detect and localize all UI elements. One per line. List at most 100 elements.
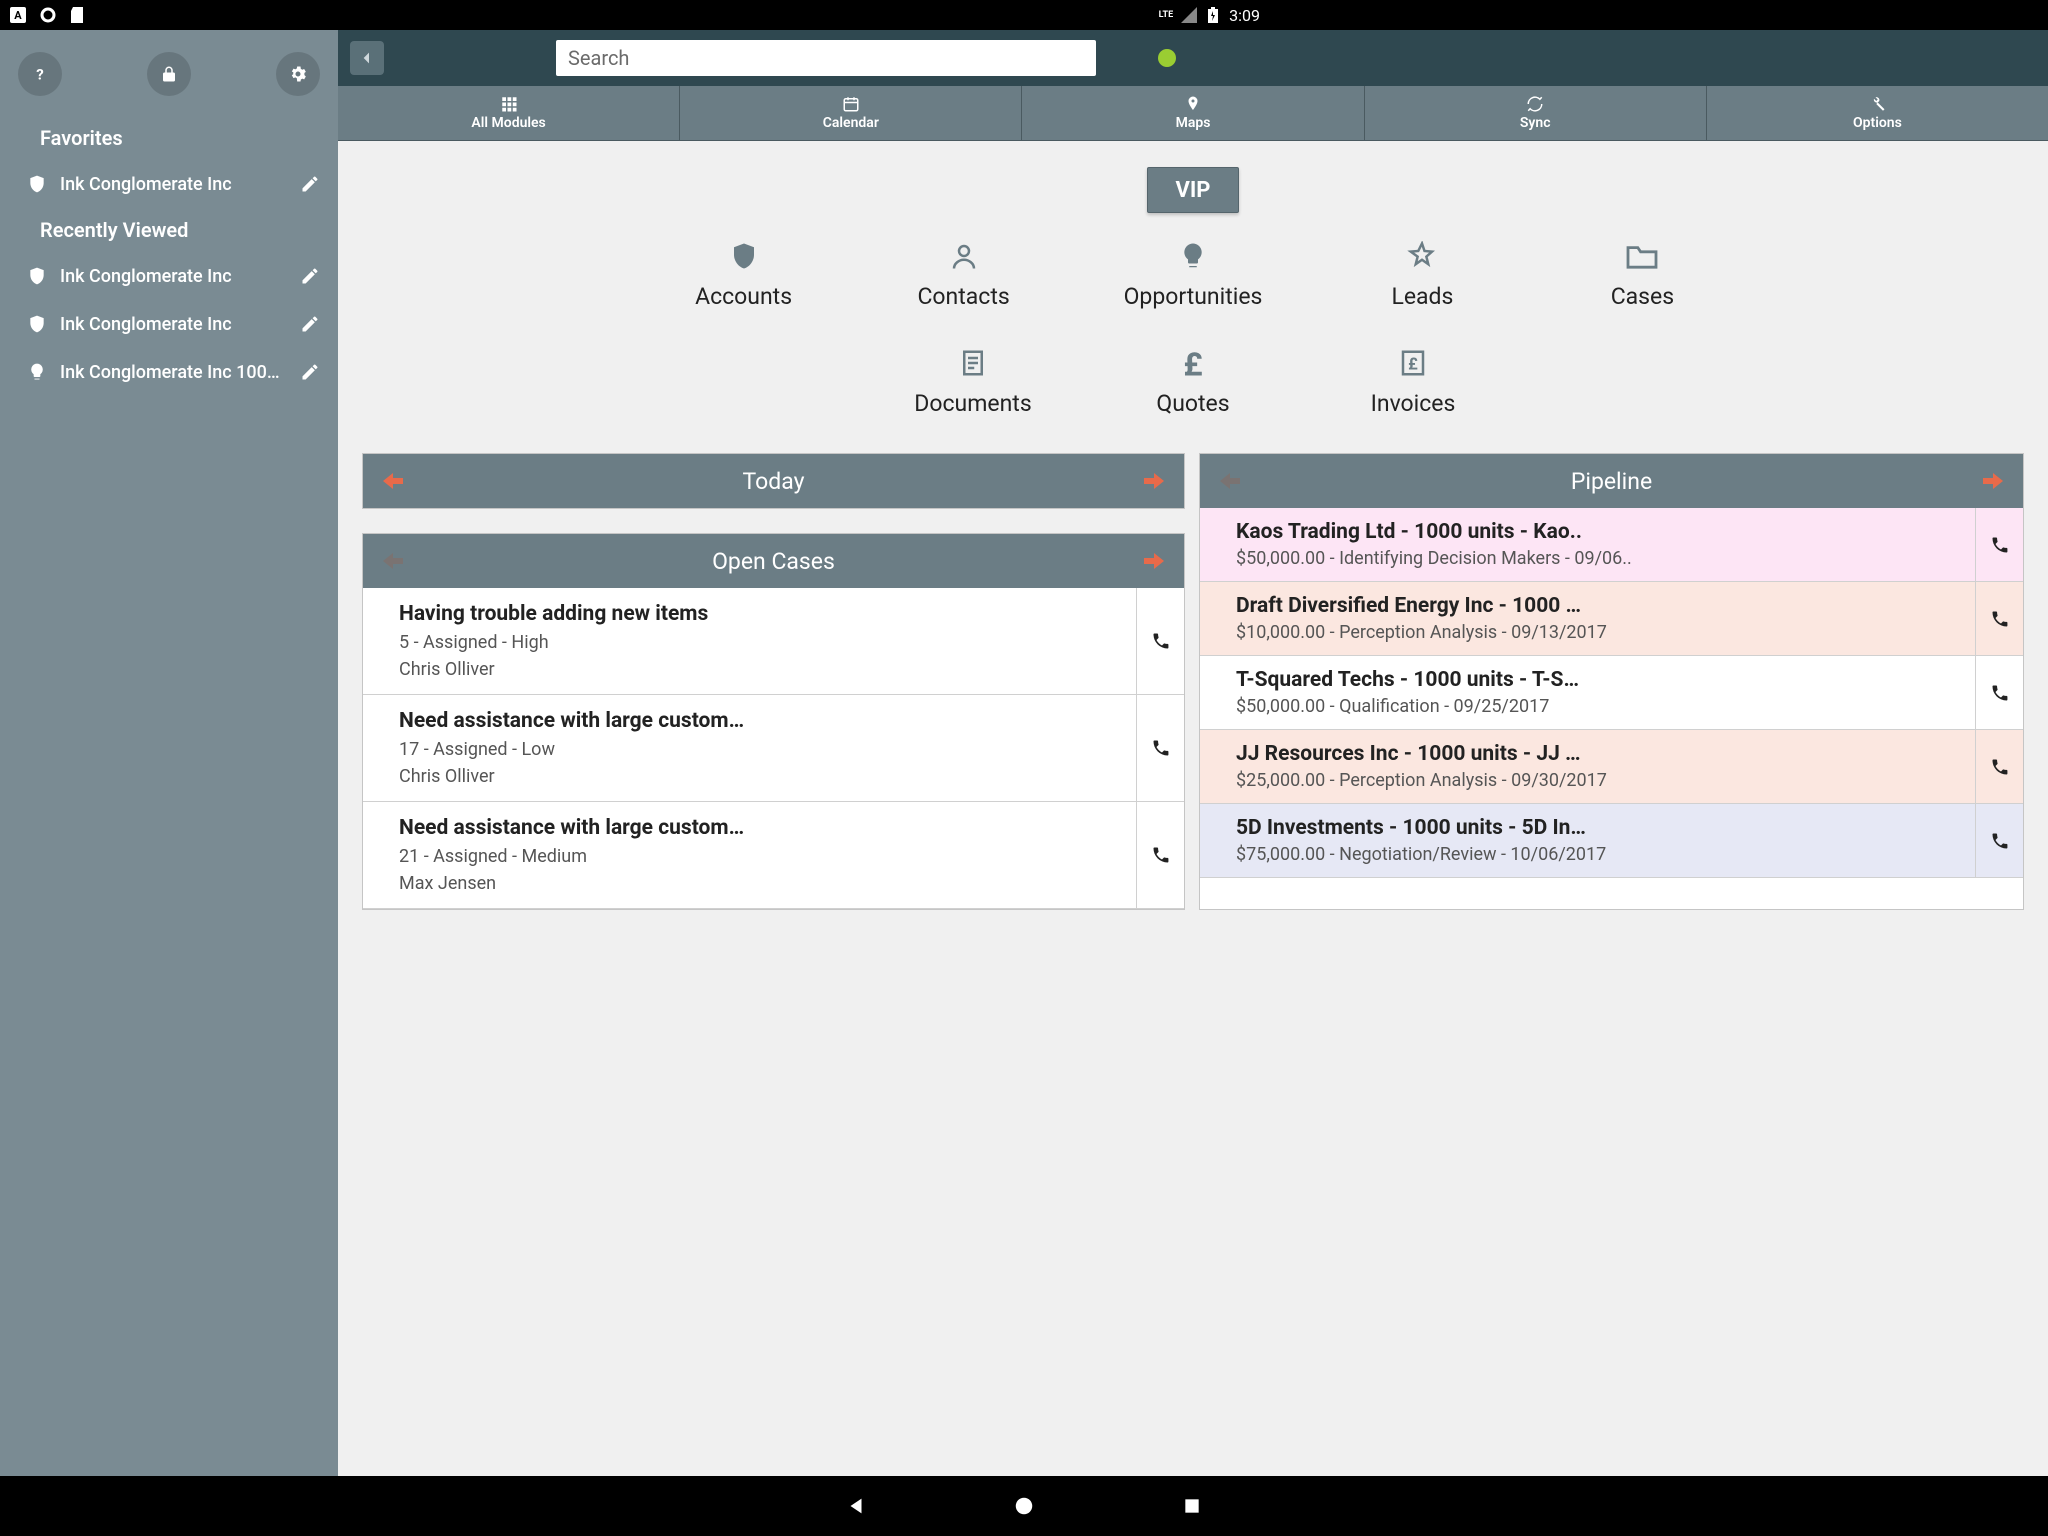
vip-badge[interactable]: VIP xyxy=(1147,167,1239,213)
nav-recent[interactable] xyxy=(1178,1492,1206,1520)
pipeline-meta: $50,000.00 - Identifying Decision Makers… xyxy=(1236,548,1959,569)
battery-icon xyxy=(1205,7,1221,23)
case-row[interactable]: Need assistance with large custom… 21 - A… xyxy=(363,802,1184,909)
pencil-icon[interactable] xyxy=(296,262,324,290)
favorites-heading: Favorites xyxy=(0,116,338,160)
nav-back[interactable] xyxy=(842,1492,870,1520)
signal-icon xyxy=(1181,7,1197,23)
module-label: Accounts xyxy=(695,283,792,310)
invoice-icon: £ xyxy=(1396,346,1430,380)
pipeline-label: Pipeline xyxy=(1571,468,1652,495)
prev-arrow[interactable] xyxy=(379,470,407,492)
call-button[interactable] xyxy=(1975,656,2023,729)
call-button[interactable] xyxy=(1136,588,1184,694)
search-input[interactable]: Search xyxy=(556,40,1096,76)
call-button[interactable] xyxy=(1975,804,2023,877)
module-opportunities[interactable]: Opportunities xyxy=(1124,239,1263,310)
tab-options[interactable]: Options xyxy=(1707,86,2048,140)
module-contacts[interactable]: Contacts xyxy=(904,239,1024,310)
module-label: Documents xyxy=(914,390,1031,417)
call-button[interactable] xyxy=(1975,730,2023,803)
sidebar-item-label: Ink Conglomerate Inc xyxy=(60,174,284,195)
bulb-icon xyxy=(26,361,48,383)
prev-arrow-disabled xyxy=(379,550,407,572)
case-owner: Chris Olliver xyxy=(399,766,1120,787)
case-row[interactable]: Need assistance with large custom…17 - A… xyxy=(363,695,1184,802)
pipeline-title: T-Squared Techs - 1000 units - T-S… xyxy=(1236,668,1959,692)
pipeline-row[interactable]: Kaos Trading Ltd - 1000 units - Kao..$50… xyxy=(1200,508,2023,582)
tab-calendar[interactable]: Calendar xyxy=(680,86,1022,140)
open-cases-header: Open Cases xyxy=(363,534,1184,588)
pipeline-meta: $25,000.00 - Perception Analysis - 09/30… xyxy=(1236,770,1959,791)
module-grid-2: Documents £ Quotes £Invoices xyxy=(362,346,2024,417)
svg-text:?: ? xyxy=(36,65,43,83)
pound-icon: £ xyxy=(1176,346,1210,380)
module-cases[interactable]: Cases xyxy=(1582,239,1702,310)
tab-label: All Modules xyxy=(471,115,545,131)
settings-button[interactable] xyxy=(276,52,320,96)
person-icon xyxy=(947,239,981,273)
module-invoices[interactable]: £Invoices xyxy=(1353,346,1473,417)
pipeline-row[interactable]: JJ Resources Inc - 1000 units - JJ …$25,… xyxy=(1200,730,2023,804)
module-documents[interactable]: Documents xyxy=(913,346,1033,417)
case-title: Having trouble adding new items xyxy=(399,602,1120,626)
module-label: Quotes xyxy=(1156,390,1229,417)
tab-all-modules[interactable]: All Modules xyxy=(338,86,680,140)
tab-label: Options xyxy=(1853,115,1902,131)
help-button[interactable]: ? xyxy=(18,52,62,96)
module-label: Contacts xyxy=(917,283,1009,310)
case-title: Need assistance with large custom… xyxy=(399,816,1120,840)
case-owner: Max Jensen xyxy=(399,873,1120,894)
status-sd-icon xyxy=(70,7,86,23)
tab-sync[interactable]: Sync xyxy=(1365,86,1707,140)
call-button[interactable] xyxy=(1975,582,2023,655)
svg-text:A: A xyxy=(14,9,22,22)
pencil-icon[interactable] xyxy=(296,310,324,338)
module-label: Cases xyxy=(1611,283,1674,310)
nav-home[interactable] xyxy=(1010,1492,1038,1520)
sidebar-recent-item[interactable]: Ink Conglomerate Inc 1000 uni… xyxy=(0,348,338,396)
document-icon xyxy=(956,346,990,380)
case-row[interactable]: Having trouble adding new items 5 - Assig… xyxy=(363,588,1184,695)
pencil-icon[interactable] xyxy=(296,170,324,198)
tab-bar: All Modules Calendar Maps Sync Options xyxy=(338,86,2048,141)
pipeline-meta: $75,000.00 - Negotiation/Review - 10/06/… xyxy=(1236,844,1959,865)
pipeline-row[interactable]: T-Squared Techs - 1000 units - T-S…$50,0… xyxy=(1200,656,2023,730)
pencil-icon[interactable] xyxy=(296,358,324,386)
case-meta: 5 - Assigned - High xyxy=(399,632,1120,653)
sidebar-recent-item[interactable]: Ink Conglomerate Inc xyxy=(0,300,338,348)
pipeline-row[interactable]: Draft Diversified Energy Inc - 1000 …$10… xyxy=(1200,582,2023,656)
pipeline-header: Pipeline xyxy=(1200,454,2023,508)
sidebar-recent-item[interactable]: Ink Conglomerate Inc xyxy=(0,252,338,300)
tab-maps[interactable]: Maps xyxy=(1022,86,1364,140)
module-quotes[interactable]: £ Quotes xyxy=(1133,346,1253,417)
pipeline-title: 5D Investments - 1000 units - 5D In… xyxy=(1236,816,1959,840)
today-header: Today xyxy=(363,454,1184,508)
android-nav-bar xyxy=(0,1476,2048,1536)
folder-icon xyxy=(1625,239,1659,273)
status-time: 3:09 xyxy=(1229,6,1260,25)
call-button[interactable] xyxy=(1136,802,1184,908)
module-accounts[interactable]: Accounts xyxy=(684,239,804,310)
module-leads[interactable]: Leads xyxy=(1362,239,1482,310)
next-arrow[interactable] xyxy=(1979,470,2007,492)
back-button[interactable] xyxy=(350,41,384,75)
case-meta: 21 - Assigned - Medium xyxy=(399,846,1120,867)
next-arrow[interactable] xyxy=(1140,470,1168,492)
star-icon xyxy=(1405,239,1439,273)
pipeline-row[interactable]: 5D Investments - 1000 units - 5D In… $75,… xyxy=(1200,804,2023,878)
case-title: Need assistance with large custom… xyxy=(399,709,1120,733)
call-button[interactable] xyxy=(1136,695,1184,801)
open-cases-panel: Open Cases Having trouble adding new ite… xyxy=(362,533,1185,910)
status-lte: LTE xyxy=(1159,10,1174,20)
call-button[interactable] xyxy=(1975,508,2023,581)
search-placeholder: Search xyxy=(568,46,629,70)
pipeline-panel: Pipeline Kaos Trading Ltd - 1000 units -… xyxy=(1199,453,2024,910)
sidebar-favorite-item[interactable]: Ink Conglomerate Inc xyxy=(0,160,338,208)
today-panel: Today xyxy=(362,453,1185,509)
case-owner: Chris Olliver xyxy=(399,659,1120,680)
shield-icon xyxy=(26,313,48,335)
next-arrow[interactable] xyxy=(1140,550,1168,572)
pipeline-meta: $10,000.00 - Perception Analysis - 09/13… xyxy=(1236,622,1959,643)
lock-button[interactable] xyxy=(147,52,191,96)
